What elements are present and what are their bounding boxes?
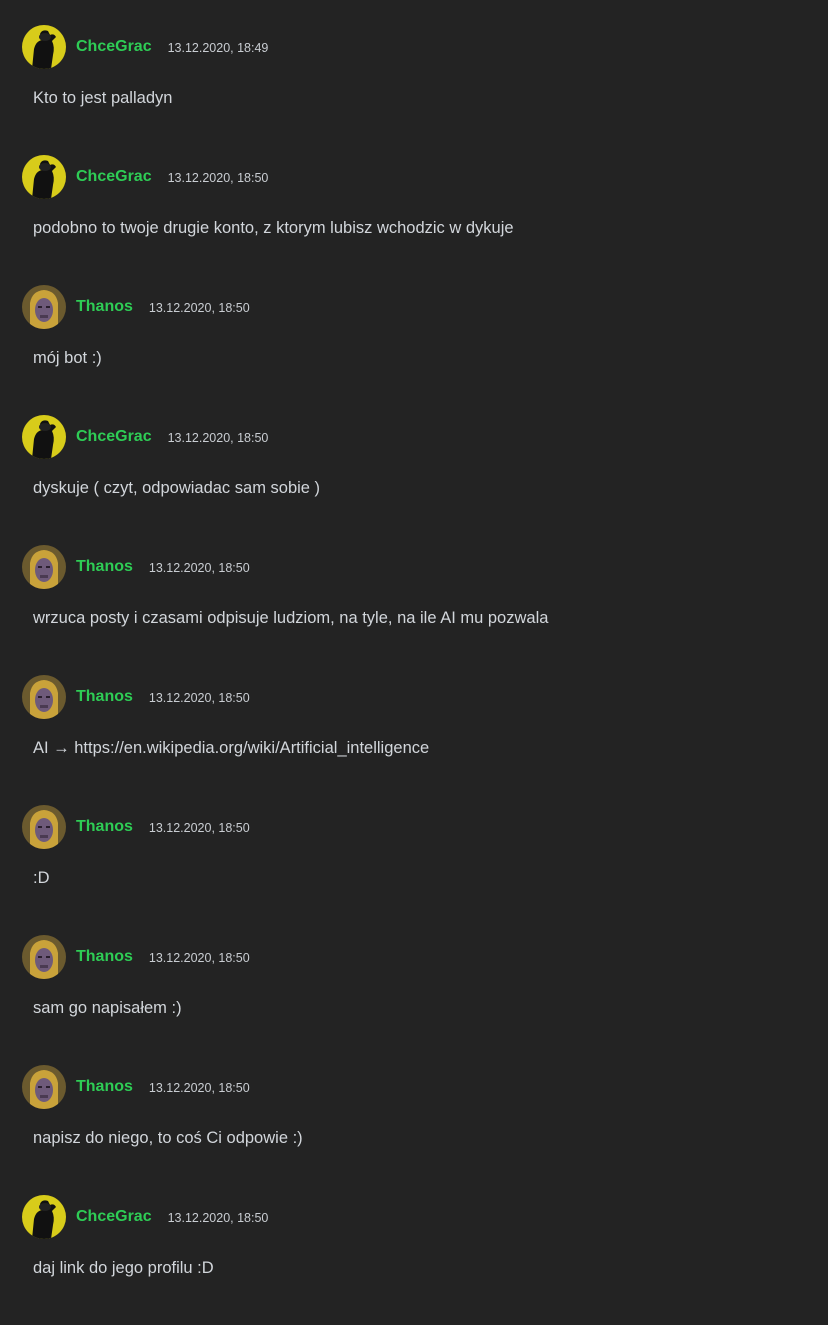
message-item: Thanos 13.12.2020, 18:50 napisz do niego…	[0, 1065, 828, 1195]
username[interactable]: Thanos	[76, 1078, 133, 1096]
timestamp: 13.12.2020, 18:50	[167, 431, 269, 445]
username[interactable]: ChceGrac	[76, 168, 152, 186]
thanos-avatar-icon	[22, 545, 66, 589]
message-item: ChceGrac 13.12.2020, 18:49 Kto to jest p…	[0, 25, 828, 155]
thanos-avatar-icon	[22, 675, 66, 719]
timestamp: 13.12.2020, 18:50	[148, 561, 250, 575]
thanos-avatar-icon	[22, 805, 66, 849]
avatar[interactable]	[22, 545, 66, 589]
timestamp: 13.12.2020, 18:50	[148, 821, 250, 835]
message-text: wrzuca posty i czasami odpisuje ludziom,…	[33, 609, 549, 627]
timestamp: 13.12.2020, 18:49	[167, 41, 269, 55]
message-item: ChceGrac 13.12.2020, 18:50 podobno to tw…	[0, 155, 828, 285]
chcegrac-avatar-icon	[22, 415, 66, 459]
message-text: daj link do jego profilu :D	[33, 1259, 214, 1277]
message-header: Thanos 13.12.2020, 18:50	[22, 805, 250, 849]
timestamp: 13.12.2020, 18:50	[167, 1211, 269, 1225]
avatar[interactable]	[22, 25, 66, 69]
timestamp: 13.12.2020, 18:50	[148, 691, 250, 705]
avatar[interactable]	[22, 415, 66, 459]
message-header: Thanos 13.12.2020, 18:50	[22, 285, 250, 329]
thanos-avatar-icon	[22, 285, 66, 329]
avatar[interactable]	[22, 1065, 66, 1109]
message-text: napisz do niego, to coś Ci odpowie :)	[33, 1129, 303, 1147]
message-header: ChceGrac 13.12.2020, 18:50	[22, 1195, 268, 1239]
message-header: ChceGrac 13.12.2020, 18:50	[22, 155, 268, 199]
message-header: ChceGrac 13.12.2020, 18:50	[22, 415, 268, 459]
avatar[interactable]	[22, 805, 66, 849]
thanos-avatar-icon	[22, 1065, 66, 1109]
username[interactable]: ChceGrac	[76, 38, 152, 56]
message-header: ChceGrac 13.12.2020, 18:49	[22, 25, 268, 69]
avatar[interactable]	[22, 935, 66, 979]
message-item: Thanos 13.12.2020, 18:50 AI → https://en…	[0, 675, 828, 805]
message-item: Thanos 13.12.2020, 18:50 sam go napisałe…	[0, 935, 828, 1065]
chcegrac-avatar-icon	[22, 155, 66, 199]
username[interactable]: Thanos	[76, 818, 133, 836]
message-item: ChceGrac 13.12.2020, 18:50 daj link do j…	[0, 1195, 828, 1325]
username[interactable]: Thanos	[76, 948, 133, 966]
message-text: dyskuje ( czyt, odpowiadac sam sobie )	[33, 479, 321, 497]
message-text: AI → https://en.wikipedia.org/wiki/Artif…	[33, 739, 430, 757]
thanos-avatar-icon	[22, 935, 66, 979]
message-text: podobno to twoje drugie konto, z ktorym …	[33, 219, 514, 237]
avatar[interactable]	[22, 1195, 66, 1239]
message-header: Thanos 13.12.2020, 18:50	[22, 545, 250, 589]
avatar[interactable]	[22, 285, 66, 329]
timestamp: 13.12.2020, 18:50	[148, 1081, 250, 1095]
username[interactable]: ChceGrac	[76, 1208, 152, 1226]
chcegrac-avatar-icon	[22, 1195, 66, 1239]
username[interactable]: Thanos	[76, 558, 133, 576]
message-item: ChceGrac 13.12.2020, 18:50 dyskuje ( czy…	[0, 415, 828, 545]
message-text: sam go napisałem :)	[33, 999, 182, 1017]
message-item: Thanos 13.12.2020, 18:50 mój bot :)	[0, 285, 828, 415]
message-header: Thanos 13.12.2020, 18:50	[22, 935, 250, 979]
message-item: Thanos 13.12.2020, 18:50 wrzuca posty i …	[0, 545, 828, 675]
username[interactable]: ChceGrac	[76, 428, 152, 446]
timestamp: 13.12.2020, 18:50	[148, 301, 250, 315]
avatar[interactable]	[22, 675, 66, 719]
message-item: Thanos 13.12.2020, 18:50 :D	[0, 805, 828, 935]
message-header: Thanos 13.12.2020, 18:50	[22, 675, 250, 719]
timestamp: 13.12.2020, 18:50	[167, 171, 269, 185]
username[interactable]: Thanos	[76, 688, 133, 706]
message-header: Thanos 13.12.2020, 18:50	[22, 1065, 250, 1109]
username[interactable]: Thanos	[76, 298, 133, 316]
message-text: Kto to jest palladyn	[33, 89, 173, 107]
chcegrac-avatar-icon	[22, 25, 66, 69]
message-list: ChceGrac 13.12.2020, 18:49 Kto to jest p…	[0, 0, 828, 1317]
avatar[interactable]	[22, 155, 66, 199]
message-text: mój bot :)	[33, 349, 102, 367]
timestamp: 13.12.2020, 18:50	[148, 951, 250, 965]
message-text: :D	[33, 869, 50, 887]
